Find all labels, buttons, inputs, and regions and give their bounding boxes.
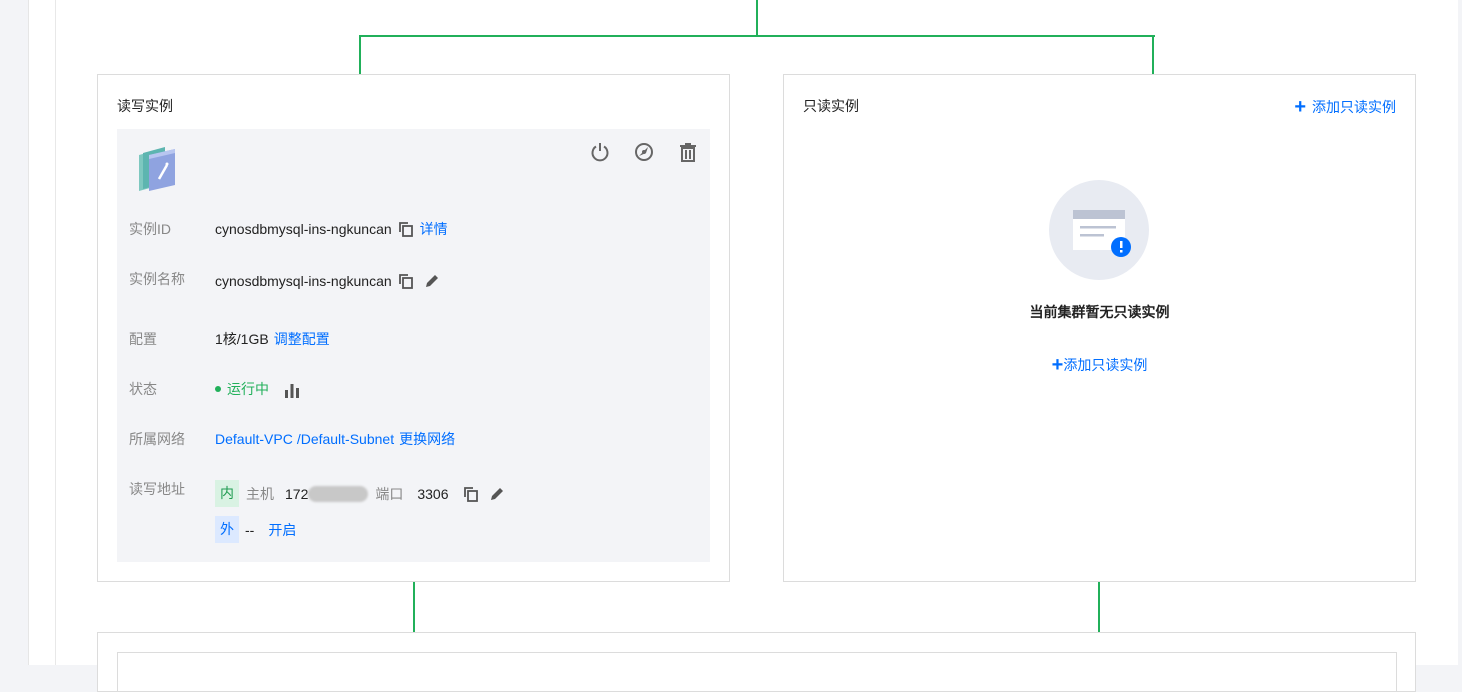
subnet-link[interactable]: /Default-Subnet bbox=[297, 431, 394, 447]
status-value: 运行中 bbox=[227, 381, 269, 397]
empty-state-text: 当前集群暂无只读实例 bbox=[1029, 304, 1170, 320]
restart-icon[interactable] bbox=[633, 141, 655, 163]
instance-id-label: 实例ID bbox=[129, 221, 171, 237]
add-readonly-top-label: 添加只读实例 bbox=[1312, 99, 1396, 115]
add-readonly-top-button[interactable]: + 添加只读实例 bbox=[1294, 97, 1396, 117]
ro-card-title: 只读实例 bbox=[803, 98, 859, 114]
change-network-link[interactable]: 更换网络 bbox=[399, 429, 455, 449]
copy-icon[interactable] bbox=[398, 273, 414, 289]
instance-panel: 实例ID cynosdbmysql-ins-ngkuncan 详情 实例名称 c… bbox=[117, 129, 710, 562]
masked-ip bbox=[308, 485, 369, 502]
connector-right-drop bbox=[1152, 35, 1154, 75]
connector-top-vertical bbox=[756, 0, 758, 37]
instance-id-row: cynosdbmysql-ins-ngkuncan 详情 bbox=[215, 219, 448, 239]
status-dot bbox=[215, 386, 221, 392]
add-readonly-center-button[interactable]: + 添加只读实例 bbox=[784, 355, 1415, 375]
delete-icon[interactable] bbox=[677, 141, 699, 163]
config-row: 1核/1GB 调整配置 bbox=[215, 329, 330, 349]
enable-outer-link[interactable]: 开启 bbox=[268, 520, 296, 540]
port-value: 3306 bbox=[417, 485, 449, 502]
inner-tag: 内 bbox=[215, 480, 239, 507]
ro-instance-card: 只读实例 + 添加只读实例 当前集群暂无只读实例 + 添加只读实例 bbox=[783, 74, 1416, 582]
host-value: 172 bbox=[285, 485, 309, 502]
copy-icon[interactable] bbox=[463, 486, 479, 502]
connector-horizontal bbox=[359, 35, 1155, 37]
detail-link[interactable]: 详情 bbox=[420, 219, 448, 239]
outer-address-row: 外 -- 开启 bbox=[215, 516, 296, 543]
config-label: 配置 bbox=[129, 331, 157, 347]
rw-address-label: 读写地址 bbox=[129, 481, 185, 497]
network-row: Default-VPC /Default-Subnet 更换网络 bbox=[215, 429, 455, 449]
empty-state-icon bbox=[1049, 180, 1149, 280]
edit-icon[interactable] bbox=[489, 486, 505, 502]
connector-left-bottom bbox=[413, 581, 415, 632]
adjust-config-link[interactable]: 调整配置 bbox=[274, 329, 330, 349]
database-instance-icon bbox=[135, 145, 179, 193]
rw-card-title: 读写实例 bbox=[117, 98, 173, 114]
power-icon[interactable] bbox=[589, 141, 611, 163]
instance-name-row: cynosdbmysql-ins-ngkuncan bbox=[215, 273, 440, 289]
instance-id-value: cynosdbmysql-ins-ngkuncan bbox=[215, 221, 392, 237]
plus-icon: + bbox=[1051, 354, 1064, 376]
outer-tag: 外 bbox=[215, 516, 239, 543]
config-value: 1核/1GB bbox=[215, 331, 269, 347]
host-label: 主机 bbox=[246, 485, 274, 502]
edit-icon[interactable] bbox=[424, 273, 440, 289]
network-label: 所属网络 bbox=[129, 431, 185, 447]
plus-icon: + bbox=[1294, 96, 1306, 118]
connector-right-bottom bbox=[1098, 581, 1100, 632]
connector-left-drop bbox=[359, 35, 361, 75]
instance-name-value: cynosdbmysql-ins-ngkuncan bbox=[215, 273, 392, 289]
bottom-card-inner bbox=[117, 652, 1397, 692]
rw-instance-card: 读写实例 实例ID cynosdbmysql-ins-ngkuncan 详情 实… bbox=[97, 74, 730, 582]
inner-address-row: 内 主机 172 端口 3306 bbox=[215, 480, 505, 507]
add-readonly-center-label: 添加只读实例 bbox=[1063, 357, 1148, 373]
vpc-link[interactable]: Default-VPC bbox=[215, 431, 293, 447]
port-label: 端口 bbox=[375, 485, 404, 502]
instance-name-label: 实例名称 bbox=[129, 271, 185, 287]
bottom-card bbox=[97, 632, 1416, 692]
outer-value: -- bbox=[245, 521, 255, 538]
monitor-chart-icon[interactable] bbox=[283, 381, 299, 398]
status-label: 状态 bbox=[129, 381, 157, 397]
copy-icon[interactable] bbox=[398, 221, 414, 237]
status-row: 运行中 bbox=[215, 379, 299, 399]
